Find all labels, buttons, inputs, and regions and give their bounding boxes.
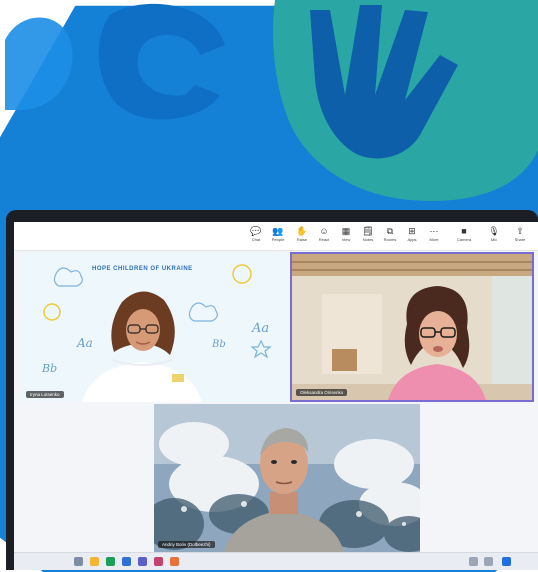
- toolbar-apps-button[interactable]: ⊞ Apps: [402, 225, 422, 247]
- toolbar-mic-button[interactable]: 🎙 Mic: [484, 225, 504, 247]
- tile-banner-text: HOPE CHILDREN OF UKRAINE: [92, 266, 193, 272]
- participant-1-name: Iryna Lutsenko: [26, 391, 64, 398]
- svg-text:Bb: Bb: [41, 362, 57, 375]
- meeting-screen: 💬 Chat 👥 People ✋ Raise ☺ React ▦ View 🗒…: [14, 222, 538, 570]
- notes-icon: 🗒: [362, 226, 374, 236]
- toolbar-chat-button[interactable]: 💬 Chat: [246, 225, 266, 247]
- participant-3-name: Andriy Boriv (Dolbeezhi): [158, 541, 215, 548]
- os-taskbar: [14, 552, 538, 570]
- brand-artwork: [5, 0, 538, 201]
- apps-icon: ⊞: [408, 226, 416, 236]
- app-icon-2[interactable]: [170, 557, 179, 566]
- toolbar-share-button[interactable]: ⇧ Share: [510, 225, 530, 247]
- teams-icon[interactable]: [138, 557, 147, 566]
- video-tile-participant-2[interactable]: Oleksandra Onisenko: [290, 252, 534, 402]
- app-icon[interactable]: [154, 557, 163, 566]
- widgets-icon[interactable]: [74, 557, 83, 566]
- wifi-icon[interactable]: [484, 557, 493, 566]
- toolbar-more-button[interactable]: ⋯ More: [424, 225, 444, 247]
- raise-hand-icon: ✋: [296, 226, 308, 236]
- view-icon: ▦: [341, 226, 351, 236]
- people-icon: 👥: [272, 226, 284, 236]
- file-explorer-icon[interactable]: [90, 557, 99, 566]
- participant-2-video: [292, 254, 532, 400]
- share-icon: ⇧: [516, 226, 524, 236]
- svg-text:Aa: Aa: [76, 336, 93, 350]
- svg-text:Bb: Bb: [211, 339, 226, 350]
- toolbar-people-button[interactable]: 👥 People: [268, 225, 288, 247]
- mail-icon[interactable]: [122, 557, 131, 566]
- tray-icon[interactable]: [469, 557, 478, 566]
- svg-text:Aa: Aa: [251, 321, 269, 336]
- toolbar-view-button[interactable]: ▦ View: [336, 225, 356, 247]
- hand-logo-icon: [273, 0, 538, 201]
- browser-icon[interactable]: [106, 557, 115, 566]
- camera-icon: ■: [461, 226, 467, 236]
- toolbar-react-button[interactable]: ☺ React: [314, 225, 334, 247]
- toolbar-raise-button[interactable]: ✋ Raise: [292, 225, 312, 247]
- participant-3-video: [154, 404, 420, 552]
- participant-2-name: Oleksandra Onisenko: [296, 389, 348, 396]
- video-tile-participant-1[interactable]: Aa Aa Bb Bb HOPE CHILDREN OF UKRAINE Iry…: [22, 252, 290, 402]
- participant-1-video: Aa Aa Bb Bb: [22, 252, 290, 402]
- video-tile-participant-3[interactable]: Andriy Boriv (Dolbeezhi): [154, 404, 420, 552]
- rooms-icon: ⧉: [386, 226, 394, 236]
- toolbar-notes-button[interactable]: 🗒 Notes: [358, 225, 378, 247]
- meeting-toolbar: 💬 Chat 👥 People ✋ Raise ☺ React ▦ View 🗒…: [14, 222, 538, 251]
- chat-icon: 💬: [250, 226, 262, 236]
- notification-icon[interactable]: [502, 557, 511, 566]
- toolbar-camera-button[interactable]: ■ Camera: [454, 225, 474, 247]
- mic-icon: 🎙: [488, 226, 500, 236]
- react-icon: ☺: [319, 226, 329, 236]
- toolbar-rooms-button[interactable]: ⧉ Rooms: [380, 225, 400, 247]
- more-icon: ⋯: [429, 226, 439, 236]
- letter-shapes: [5, 3, 225, 120]
